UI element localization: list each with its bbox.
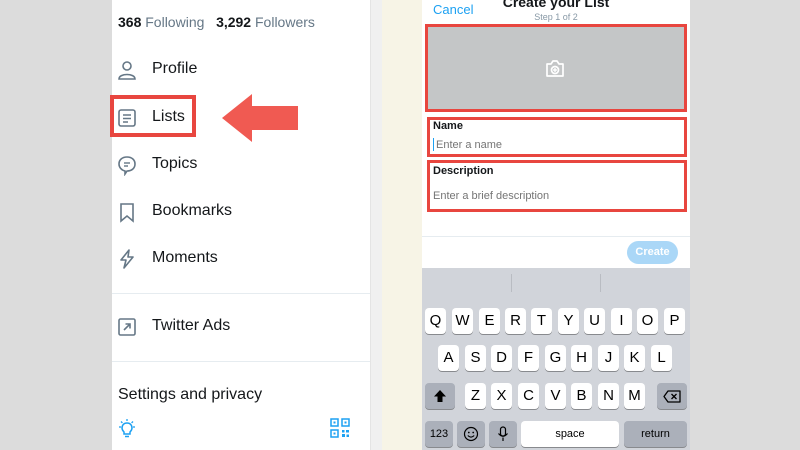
emoji-icon xyxy=(463,426,479,442)
bookmark-icon xyxy=(120,203,134,223)
suggestion-divider xyxy=(600,274,601,292)
following-count[interactable]: 368 xyxy=(118,14,141,30)
following-label[interactable]: Following xyxy=(145,14,204,30)
microphone-icon xyxy=(498,426,508,441)
pointer-arrow-icon xyxy=(222,94,298,142)
key-p[interactable]: P xyxy=(664,308,685,334)
lists-highlight-box xyxy=(110,95,196,137)
key-m[interactable]: M xyxy=(624,383,645,409)
space-key[interactable]: space xyxy=(521,421,619,447)
menu-item-label: Bookmarks xyxy=(152,202,233,219)
key-g[interactable]: G xyxy=(545,345,566,371)
key-c[interactable]: C xyxy=(518,383,539,409)
key-w[interactable]: W xyxy=(452,308,473,334)
external-link-icon xyxy=(118,318,136,336)
key-v[interactable]: V xyxy=(545,383,566,409)
menu-item-profile[interactable]: Profile xyxy=(112,50,368,90)
key-x[interactable]: X xyxy=(491,383,512,409)
description-label: Description xyxy=(433,165,494,177)
background-strip xyxy=(382,0,422,450)
menu-item-label: Moments xyxy=(152,249,218,266)
key-r[interactable]: R xyxy=(505,308,526,334)
qr-code-icon[interactable] xyxy=(330,418,350,438)
person-icon xyxy=(118,61,136,80)
emoji-key[interactable] xyxy=(457,421,485,447)
text-cursor xyxy=(433,138,434,151)
topic-bubble-icon xyxy=(118,156,136,176)
lightbulb-icon[interactable] xyxy=(116,418,138,440)
lightning-icon xyxy=(120,249,134,269)
key-k[interactable]: K xyxy=(624,345,645,371)
key-l[interactable]: L xyxy=(651,345,672,371)
key-j[interactable]: J xyxy=(598,345,619,371)
on-screen-keyboard: Q W E R T Y U I O P A S D F G H J K L Z … xyxy=(422,268,690,450)
return-key[interactable]: return xyxy=(624,421,687,447)
shift-arrow-icon xyxy=(434,390,446,402)
divider xyxy=(422,236,690,237)
menu-item-label: Twitter Ads xyxy=(152,317,231,334)
name-input[interactable] xyxy=(436,137,676,153)
create-list-screen: Cancel Create your List Step 1 of 2 Name… xyxy=(422,0,690,450)
menu-item-label: Profile xyxy=(152,60,198,77)
followers-count[interactable]: 3,292 xyxy=(216,14,251,30)
key-f[interactable]: F xyxy=(518,345,539,371)
background-margin xyxy=(690,0,800,450)
key-b[interactable]: B xyxy=(571,383,592,409)
page-title: Create your List xyxy=(502,0,610,10)
menu-divider xyxy=(112,361,370,362)
backspace-icon xyxy=(663,390,681,403)
panel-scrollbar[interactable] xyxy=(370,0,382,450)
key-o[interactable]: O xyxy=(637,308,658,334)
followers-label[interactable]: Followers xyxy=(255,14,315,30)
key-d[interactable]: D xyxy=(491,345,512,371)
key-h[interactable]: H xyxy=(571,345,592,371)
side-menu-panel: 368 Following 3,292 Followers Profile Li… xyxy=(112,0,382,450)
key-t[interactable]: T xyxy=(531,308,552,334)
dictation-key[interactable] xyxy=(489,421,517,447)
menu-item-label: Topics xyxy=(152,155,198,172)
shift-key[interactable] xyxy=(425,383,455,409)
menu-item-twitter-ads[interactable]: Twitter Ads xyxy=(112,307,368,347)
numbers-key[interactable]: 123 xyxy=(425,421,453,447)
suggestion-divider xyxy=(511,274,512,292)
follow-stats: 368 Following 3,292 Followers xyxy=(118,14,315,30)
key-z[interactable]: Z xyxy=(465,383,486,409)
key-y[interactable]: Y xyxy=(558,308,579,334)
menu-item-moments[interactable]: Moments xyxy=(112,239,368,279)
settings-and-privacy-link[interactable]: Settings and privacy xyxy=(118,386,262,404)
key-u[interactable]: U xyxy=(584,308,605,334)
menu-divider xyxy=(112,293,370,294)
add-photo-icon[interactable] xyxy=(544,59,566,79)
key-s[interactable]: S xyxy=(465,345,486,371)
name-label: Name xyxy=(433,120,463,132)
step-indicator: Step 1 of 2 xyxy=(534,12,578,22)
menu-item-topics[interactable]: Topics xyxy=(112,145,368,185)
key-n[interactable]: N xyxy=(598,383,619,409)
backspace-key[interactable] xyxy=(657,383,687,409)
description-input[interactable] xyxy=(433,188,673,204)
menu-item-bookmarks[interactable]: Bookmarks xyxy=(112,192,368,232)
key-q[interactable]: Q xyxy=(425,308,446,334)
key-i[interactable]: I xyxy=(611,308,632,334)
create-button[interactable]: Create xyxy=(627,241,678,264)
key-a[interactable]: A xyxy=(438,345,459,371)
key-e[interactable]: E xyxy=(479,308,500,334)
cancel-button[interactable]: Cancel xyxy=(433,2,473,17)
